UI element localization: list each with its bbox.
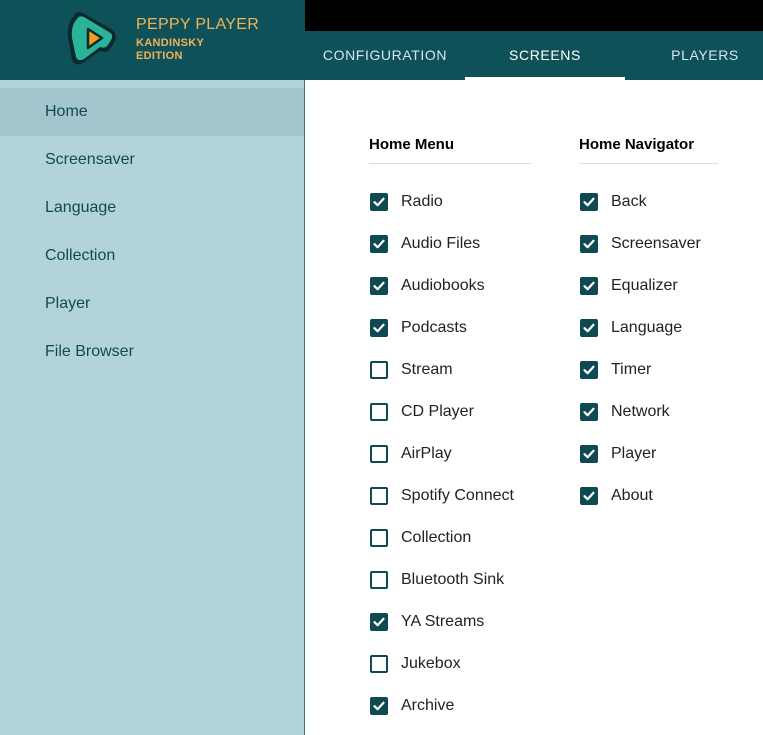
- tab-configuration[interactable]: CONFIGURATION: [305, 31, 465, 80]
- home-navigator-option-label: Equalizer: [611, 277, 678, 294]
- checkbox-checked-icon[interactable]: [580, 193, 598, 211]
- app-title: PEPPY PLAYER: [136, 16, 260, 33]
- home-navigator-option-screensaver[interactable]: Screensaver: [580, 232, 701, 256]
- home-navigator-option-back[interactable]: Back: [580, 190, 647, 214]
- checkbox-checked-icon[interactable]: [580, 487, 598, 505]
- home-menu-option-spotify-connect[interactable]: Spotify Connect: [370, 484, 514, 508]
- home-navigator-option-label: Network: [611, 403, 670, 420]
- checkbox-checked-icon[interactable]: [370, 277, 388, 295]
- home-menu-option-label: AirPlay: [401, 445, 452, 462]
- checkbox-checked-icon[interactable]: [370, 319, 388, 337]
- checkbox-checked-icon[interactable]: [580, 445, 598, 463]
- home-navigator-option-label: Timer: [611, 361, 652, 378]
- home-navigator-option-network[interactable]: Network: [580, 400, 670, 424]
- checkbox-checked-icon[interactable]: [580, 403, 598, 421]
- home-menu-option-podcasts[interactable]: Podcasts: [370, 316, 467, 340]
- home-navigator-option-label: Language: [611, 319, 683, 336]
- checkbox-unchecked-icon[interactable]: [370, 571, 388, 589]
- checkbox-checked-icon[interactable]: [580, 361, 598, 379]
- checkbox-checked-icon[interactable]: [370, 193, 388, 211]
- home-menu-option-label: Archive: [401, 697, 455, 714]
- checkbox-unchecked-icon[interactable]: [370, 487, 388, 505]
- home-menu-option-audio-files[interactable]: Audio Files: [370, 232, 480, 256]
- home-menu-option-label: Jukebox: [401, 655, 461, 672]
- home-menu-option-label: Audio Files: [401, 235, 481, 252]
- home-menu-option-jukebox[interactable]: Jukebox: [370, 652, 461, 676]
- top-bar: [305, 0, 763, 31]
- app-subtitle-2: EDITION: [136, 50, 183, 62]
- home-menu-option-label: Radio: [401, 193, 443, 210]
- home-menu-option-label: Bluetooth Sink: [401, 571, 505, 588]
- home-navigator-option-player[interactable]: Player: [580, 442, 656, 466]
- checkbox-unchecked-icon[interactable]: [370, 403, 388, 421]
- home-menu-option-collection[interactable]: Collection: [370, 526, 471, 550]
- checkbox-unchecked-icon[interactable]: [370, 445, 388, 463]
- home-menu-option-ya-streams[interactable]: YA Streams: [370, 610, 484, 634]
- home-navigator-option-label: Screensaver: [611, 235, 701, 252]
- sidebar-item-home[interactable]: Home: [0, 88, 304, 136]
- home-menu-option-label: Spotify Connect: [401, 487, 514, 504]
- app-subtitle-1: KANDINSKY: [136, 37, 205, 49]
- home-menu-option-stream[interactable]: Stream: [370, 358, 453, 382]
- checkbox-unchecked-icon[interactable]: [370, 361, 388, 379]
- home-menu-option-audiobooks[interactable]: Audiobooks: [370, 274, 485, 298]
- home-menu-option-label: Audiobooks: [401, 277, 485, 294]
- sidebar: Home Screensaver Language Collection Pla…: [0, 80, 305, 735]
- home-navigator-option-label: Player: [611, 445, 657, 462]
- checkbox-checked-icon[interactable]: [580, 319, 598, 337]
- home-menu-option-airplay[interactable]: AirPlay: [370, 442, 452, 466]
- home-menu-option-label: YA Streams: [401, 613, 485, 630]
- checkbox-checked-icon[interactable]: [370, 613, 388, 631]
- checkbox-unchecked-icon[interactable]: [370, 529, 388, 547]
- sidebar-item-language[interactable]: Language: [0, 184, 304, 232]
- tab-screens[interactable]: SCREENS: [465, 31, 625, 80]
- home-menu-title: Home Menu: [369, 136, 455, 153]
- home-navigator-divider: [579, 163, 718, 164]
- sidebar-item-screensaver[interactable]: Screensaver: [0, 136, 304, 184]
- sidebar-item-player[interactable]: Player: [0, 280, 304, 328]
- home-menu-option-radio[interactable]: Radio: [370, 190, 443, 214]
- home-navigator-option-about[interactable]: About: [580, 484, 653, 508]
- peppy-play-logo-icon: [67, 12, 116, 65]
- checkbox-checked-icon[interactable]: [580, 277, 598, 295]
- home-menu-option-label: Podcasts: [401, 319, 467, 336]
- tab-players[interactable]: PLAYERS: [625, 31, 763, 80]
- checkbox-checked-icon[interactable]: [370, 235, 388, 253]
- app-title-block: PEPPY PLAYER KANDINSKY EDITION: [136, 16, 259, 63]
- checkbox-unchecked-icon[interactable]: [370, 655, 388, 673]
- home-navigator-option-equalizer[interactable]: Equalizer: [580, 274, 678, 298]
- home-menu-option-bluetooth-sink[interactable]: Bluetooth Sink: [370, 568, 504, 592]
- home-menu-option-label: Collection: [401, 529, 472, 546]
- home-menu-option-label: CD Player: [401, 403, 474, 420]
- app-header: PEPPY PLAYER KANDINSKY EDITION: [0, 0, 305, 80]
- tab-bar: CONFIGURATION SCREENS PLAYERS: [305, 31, 763, 80]
- home-navigator-option-label: Back: [611, 193, 647, 210]
- home-navigator-title: Home Navigator: [579, 136, 695, 153]
- checkbox-checked-icon[interactable]: [370, 697, 388, 715]
- sidebar-item-collection[interactable]: Collection: [0, 232, 304, 280]
- home-menu-option-cd-player[interactable]: CD Player: [370, 400, 474, 424]
- checkbox-checked-icon[interactable]: [580, 235, 598, 253]
- home-navigator-option-language[interactable]: Language: [580, 316, 682, 340]
- home-menu-divider: [369, 163, 531, 164]
- home-menu-option-archive[interactable]: Archive: [370, 694, 454, 718]
- home-menu-option-label: Stream: [401, 361, 453, 378]
- sidebar-item-file-browser[interactable]: File Browser: [0, 328, 304, 376]
- home-navigator-option-label: About: [611, 487, 653, 504]
- home-navigator-option-timer[interactable]: Timer: [580, 358, 651, 382]
